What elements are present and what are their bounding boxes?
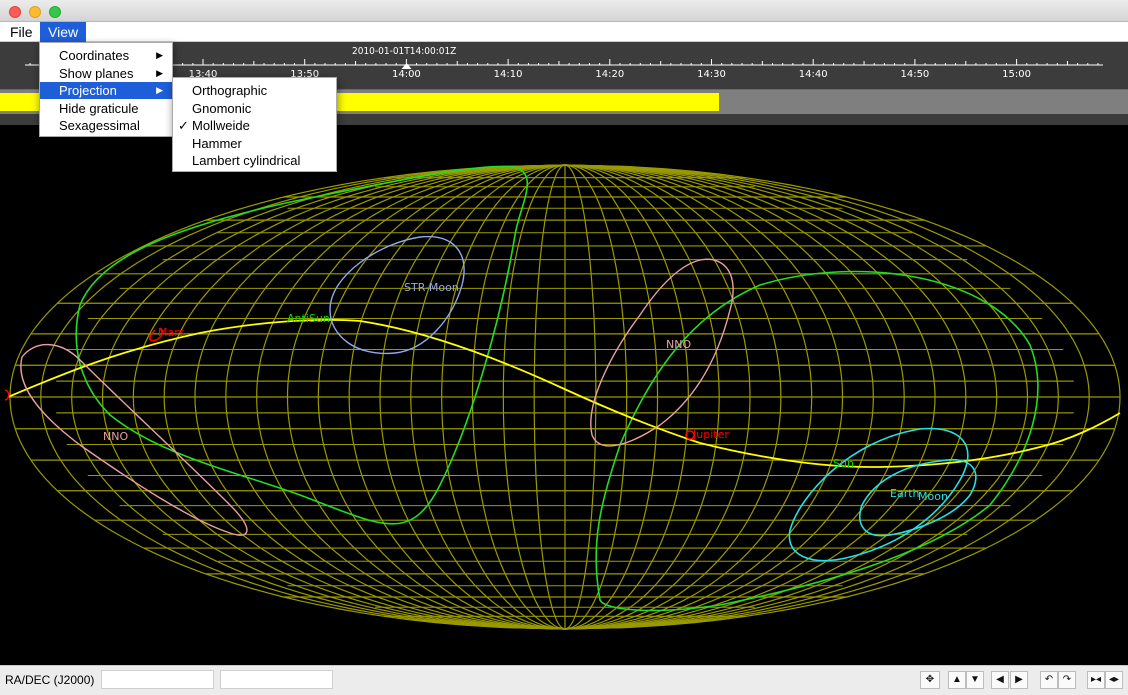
nno-loop-right — [590, 258, 734, 447]
center-button[interactable]: ✥ — [920, 671, 940, 689]
projection-option-label: Orthographic — [192, 83, 268, 98]
rotate-ccw-icon: ↶ — [1044, 674, 1054, 685]
zoom-out-button[interactable]: ◂▸ — [1105, 671, 1123, 689]
checkmark-icon: ✓ — [178, 118, 189, 133]
center-icon: ✥ — [925, 674, 935, 685]
projection-option-lambert-cylindrical[interactable]: Lambert cylindrical — [173, 152, 336, 169]
close-window-button[interactable] — [9, 6, 21, 18]
projection-option-hammer[interactable]: Hammer — [173, 135, 336, 152]
sky-labels: Mars AntiSun STR-Moon NNO NNO Jupiter Sun Earth… — [103, 281, 948, 503]
menu-item-label: Hide graticule — [59, 100, 139, 116]
timeline-tick-label: 14:30 — [697, 69, 726, 80]
menu-item-projection[interactable]: Projection ▶ — [40, 82, 172, 99]
graticule — [9, 164, 1121, 630]
coord-system-label: RA/DEC (J2000) — [5, 673, 95, 687]
projection-option-orthographic[interactable]: Orthographic — [173, 82, 336, 99]
edge-planet-marker — [4, 389, 10, 401]
timeline-tick-label: 14:10 — [493, 69, 523, 80]
current-time-label: 2010-01-01T14:00:01Z — [352, 46, 457, 57]
projection-option-label: Mollweide — [192, 118, 250, 133]
rotate-cw-button[interactable]: ↷ — [1058, 671, 1076, 689]
maximize-window-button[interactable] — [49, 6, 61, 18]
nno-loop-left — [20, 343, 248, 536]
zoom-in-button[interactable]: ▸◂ — [1087, 671, 1105, 689]
sky-label-antisun: AntiSun — [287, 312, 330, 325]
menu-item-hide-graticule[interactable]: Hide graticule — [40, 100, 172, 117]
timeline-tick-label: 14:20 — [595, 69, 625, 80]
zoom-in-icon: ▸◂ — [1090, 674, 1102, 685]
app-window: File View 2010-01-01T14:00:01Z 13:40 13:5… — [0, 0, 1128, 695]
timeline-tick-label: 14:00 — [391, 69, 421, 80]
timeline-tick-label: 14:40 — [798, 69, 828, 80]
ra-field[interactable] — [101, 670, 214, 689]
projection-submenu: Orthographic Gnomonic ✓ Mollweide Hammer Lamb… — [172, 77, 337, 172]
sky-label-earth: Earth — [890, 487, 920, 500]
menu-bar: File View — [0, 22, 1128, 42]
down-button[interactable]: ▼ — [966, 671, 984, 689]
minimize-window-button[interactable] — [29, 6, 41, 18]
menu-view[interactable]: View — [40, 22, 87, 42]
left-icon: ◀ — [996, 674, 1004, 685]
sky-map-canvas[interactable]: Mars AntiSun STR-Moon NNO NNO Jupiter Sun Earth… — [0, 125, 1128, 665]
title-bar — [0, 0, 1128, 22]
menu-item-label: Coordinates — [59, 48, 130, 63]
projection-option-label: Lambert cylindrical — [192, 153, 301, 168]
sky-view[interactable]: Mars AntiSun STR-Moon NNO NNO Jupiter Sun Earth… — [0, 125, 1128, 665]
rotate-cw-icon: ↷ — [1062, 674, 1072, 685]
timeline-tick-label: 15:00 — [1002, 69, 1032, 80]
timeline-tick-label: 14:50 — [900, 69, 930, 80]
down-icon: ▼ — [970, 674, 980, 685]
up-icon: ▲ — [952, 674, 962, 685]
rotate-ccw-button[interactable]: ↶ — [1040, 671, 1058, 689]
menu-item-label: Sexagessimal — [59, 118, 140, 133]
left-button[interactable]: ◀ — [991, 671, 1009, 689]
sky-label-moon: Moon — [918, 490, 948, 503]
view-menu-dropdown: Coordinates ▶ Show planes ▶ Projection ▶ Hide … — [39, 42, 173, 137]
sky-label-nno-2: NNO — [666, 338, 691, 351]
menu-item-label: Show planes — [59, 65, 134, 81]
menu-file[interactable]: File — [2, 22, 41, 42]
sky-label-mars: Mars — [158, 326, 185, 339]
dec-field[interactable] — [220, 670, 333, 689]
submenu-arrow-icon: ▶ — [156, 67, 163, 78]
sky-label-str-moon: STR-Moon — [404, 281, 459, 294]
menu-item-label: Projection — [59, 83, 117, 98]
sky-label-nno-1: NNO — [103, 430, 128, 443]
sky-label-sun: Sun — [833, 457, 854, 470]
menu-item-sexagessimal[interactable]: Sexagessimal — [40, 117, 172, 134]
right-button[interactable]: ▶ — [1010, 671, 1028, 689]
projection-option-gnomonic[interactable]: Gnomonic — [173, 100, 336, 117]
up-button[interactable]: ▲ — [948, 671, 966, 689]
menu-item-coordinates[interactable]: Coordinates ▶ — [40, 47, 172, 64]
menu-item-show-planes[interactable]: Show planes ▶ — [40, 65, 172, 82]
zoom-out-icon: ◂▸ — [1108, 674, 1120, 685]
projection-option-label: Gnomonic — [192, 100, 252, 116]
sky-label-jupiter: Jupiter — [692, 428, 729, 441]
status-bar: RA/DEC (J2000) ✥ ▲ ▼ ◀ ▶ ↶ ↷ ▸◂ ◂▸ — [0, 665, 1128, 695]
projection-option-mollweide[interactable]: ✓ Mollweide — [173, 117, 336, 134]
right-icon: ▶ — [1015, 674, 1023, 685]
submenu-arrow-icon: ▶ — [156, 50, 163, 60]
projection-option-label: Hammer — [192, 135, 242, 151]
submenu-arrow-icon: ▶ — [156, 85, 163, 95]
